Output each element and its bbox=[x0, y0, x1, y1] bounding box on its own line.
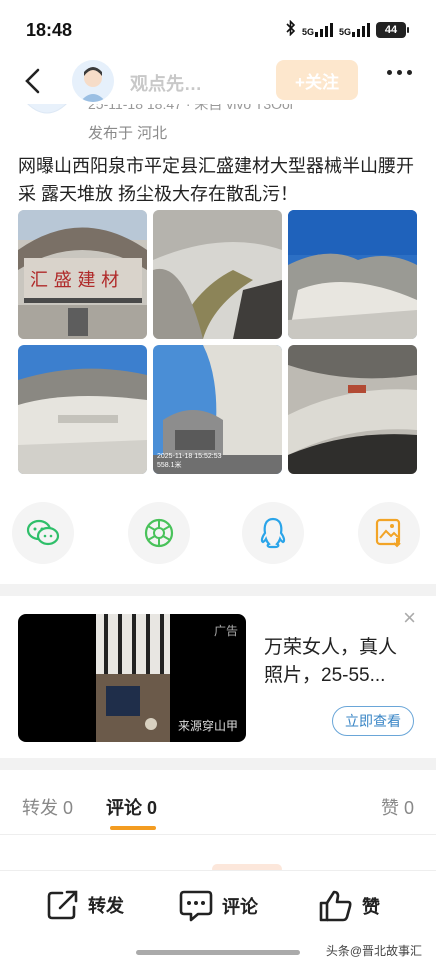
share-qq-button[interactable] bbox=[242, 502, 304, 564]
photo-5[interactable]: 2025-11-18 15:52:53 558.1米 bbox=[153, 345, 282, 474]
signal-icon-2: 5G bbox=[339, 22, 370, 37]
qq-icon bbox=[260, 517, 286, 549]
photo-timestamp: 2025-11-18 15:52:53 558.1米 bbox=[157, 453, 222, 469]
more-options-button[interactable] bbox=[387, 70, 412, 75]
top-nav-bar: 观点先… +关注 bbox=[0, 58, 436, 104]
share-moments-button[interactable] bbox=[128, 502, 190, 564]
back-arrow-icon bbox=[25, 68, 40, 94]
ad-title[interactable]: 万荣女人，真人照片，25-55... bbox=[264, 634, 414, 690]
ad-cta-button[interactable]: 立即查看 bbox=[332, 706, 414, 736]
share-row bbox=[0, 500, 436, 568]
watermark: 头条@晋北故事汇 bbox=[325, 944, 422, 958]
photo-6[interactable] bbox=[288, 345, 417, 474]
share-out-icon bbox=[47, 890, 78, 920]
tab-comment[interactable]: 评论 0 bbox=[106, 794, 157, 820]
like-label: 赞 bbox=[362, 897, 380, 917]
ad-photo bbox=[96, 614, 170, 742]
moments-icon bbox=[144, 518, 174, 548]
tab-like[interactable]: 赞 0 bbox=[381, 794, 414, 820]
photo-2[interactable] bbox=[153, 210, 282, 339]
photo-1[interactable]: 汇 盛 建 材 bbox=[18, 210, 147, 339]
author-avatar[interactable] bbox=[72, 60, 114, 102]
active-tab-indicator bbox=[110, 826, 156, 830]
forward-label: 转发 bbox=[88, 896, 124, 916]
status-time: 18:48 bbox=[26, 20, 73, 40]
save-image-icon bbox=[375, 518, 401, 548]
thumbs-up-icon bbox=[319, 890, 352, 922]
back-button[interactable] bbox=[16, 64, 48, 98]
comment-icon bbox=[179, 890, 213, 922]
photo-4[interactable] bbox=[18, 345, 147, 474]
share-wechat-button[interactable] bbox=[12, 502, 74, 564]
photo-grid: 汇 盛 建 材 2025-11-18 15:52:53 558.1米 bbox=[18, 210, 417, 474]
comment-button[interactable]: 评论 bbox=[178, 889, 258, 923]
author-name[interactable]: 观点先… bbox=[130, 70, 202, 96]
ad-tag: 广告 bbox=[213, 624, 238, 638]
battery-icon: 44 bbox=[376, 21, 409, 38]
photo-3[interactable] bbox=[288, 210, 417, 339]
section-divider-2 bbox=[0, 758, 436, 770]
like-button[interactable]: 赞 bbox=[318, 889, 380, 923]
save-image-button[interactable] bbox=[358, 502, 420, 564]
ad-image[interactable]: 广告 来源穿山甲 bbox=[18, 614, 246, 742]
wechat-icon bbox=[26, 519, 60, 546]
ad-source: 来源穿山甲 bbox=[177, 719, 238, 733]
tab-divider bbox=[0, 834, 436, 835]
tab-forward[interactable]: 转发 0 bbox=[22, 794, 73, 820]
bluetooth-icon bbox=[286, 19, 296, 39]
section-divider bbox=[0, 584, 436, 596]
post-location: 发布于 河北 bbox=[88, 125, 168, 142]
follow-button[interactable]: +关注 bbox=[276, 60, 358, 100]
comment-label: 评论 bbox=[222, 897, 258, 917]
interaction-tabs: 转发 0 评论 0 赞 0 bbox=[0, 780, 436, 832]
more-dot-icon bbox=[387, 70, 392, 75]
svg-text:汇 盛 建 材: 汇 盛 建 材 bbox=[30, 270, 119, 291]
forward-button[interactable]: 转发 bbox=[46, 889, 124, 921]
signal-icon: 5G bbox=[302, 22, 333, 37]
ad-card[interactable]: 广告 来源穿山甲 × 万荣女人，真人照片，25-55... 立即查看 bbox=[0, 598, 436, 758]
ad-close-button[interactable]: × bbox=[403, 607, 416, 629]
status-icons: 5G 5G 44 bbox=[286, 19, 409, 39]
post-text: 网曝山西阳泉市平定县汇盛建材大型器械半山腰开采 露天堆放 扬尘极大存在散乱污！ bbox=[18, 156, 414, 204]
home-indicator[interactable] bbox=[136, 950, 300, 955]
status-bar: 18:48 5G 5G 44 bbox=[0, 0, 436, 58]
